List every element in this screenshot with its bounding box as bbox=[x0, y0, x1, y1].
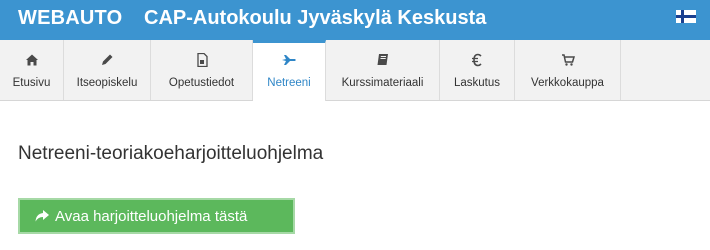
app-name[interactable]: WEBAUTO bbox=[18, 7, 122, 30]
tab-label: Netreeni bbox=[267, 77, 311, 89]
cta-label: Avaa harjoitteluohjelma tästä bbox=[55, 208, 248, 225]
tab-kurssimateriaali[interactable]: Kurssimateriaali bbox=[326, 40, 440, 100]
pencil-icon bbox=[64, 53, 150, 67]
tab-itseopiskelu[interactable]: Itseopiskelu bbox=[64, 40, 151, 100]
tab-opetustiedot[interactable]: Opetustiedot bbox=[151, 40, 253, 100]
airplane-icon bbox=[253, 53, 325, 67]
share-arrow-icon bbox=[34, 209, 50, 227]
main-nav-tabs: Etusivu Itseopiskelu Opetustiedot Netree… bbox=[0, 40, 710, 101]
finland-flag-icon[interactable] bbox=[676, 10, 696, 23]
tab-label: Verkkokauppa bbox=[531, 77, 604, 89]
tab-label: Itseopiskelu bbox=[76, 77, 138, 89]
home-icon bbox=[0, 53, 63, 67]
tab-etusivu[interactable]: Etusivu bbox=[0, 40, 64, 100]
document-icon bbox=[151, 53, 252, 67]
tab-label: Opetustiedot bbox=[168, 77, 235, 89]
tab-label: Etusivu bbox=[12, 77, 51, 89]
page-title: Netreeni-teoriakoeharjoitteluohjelma bbox=[18, 143, 324, 164]
top-header: WEBAUTO CAP-Autokoulu Jyväskylä Keskusta bbox=[0, 0, 710, 40]
tab-laskutus[interactable]: Laskutus bbox=[440, 40, 515, 100]
euro-icon bbox=[440, 53, 514, 67]
cart-icon bbox=[515, 53, 620, 67]
tab-verkkokauppa[interactable]: Verkkokauppa bbox=[515, 40, 621, 100]
school-name: CAP-Autokoulu Jyväskylä Keskusta bbox=[144, 7, 487, 29]
tab-label: Kurssimateriaali bbox=[341, 77, 424, 89]
book-icon bbox=[326, 53, 439, 67]
tab-label: Laskutus bbox=[453, 77, 501, 89]
open-practice-program-button[interactable]: Avaa harjoitteluohjelma tästä bbox=[18, 198, 295, 234]
tab-netreeni[interactable]: Netreeni bbox=[253, 40, 326, 101]
